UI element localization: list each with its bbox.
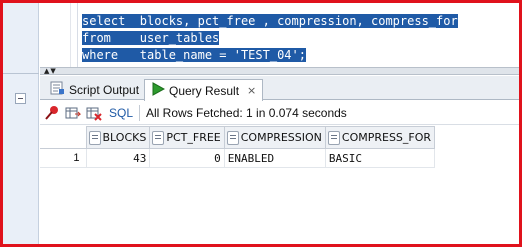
toolbar-separator [139, 104, 141, 121]
column-header-compress-for[interactable]: COMPRESS_FOR [324, 126, 436, 149]
tab-label: Query Result [169, 83, 240, 98]
code-keyword: from [82, 31, 111, 45]
collapse-panel-button[interactable] [15, 93, 26, 104]
cell-compress-for[interactable]: BASIC [324, 148, 436, 168]
column-header-compression[interactable]: COMPRESSION [223, 126, 326, 149]
column-icon [327, 130, 340, 145]
code-line: where table_name = 'TEST_04'; [82, 47, 458, 64]
cell-compression[interactable]: ENABLED [223, 148, 326, 168]
code-text: user_tables [110, 31, 220, 45]
results-tab-bar: Script Output × Query Result × [40, 76, 519, 101]
column-icon [88, 130, 101, 145]
column-header-pct-free[interactable]: PCT_FREE [149, 126, 225, 149]
splitter-arrows-icon[interactable]: ▲▼ [44, 67, 57, 75]
delete-grid-icon[interactable] [85, 104, 103, 122]
code-keyword: select [82, 14, 126, 28]
editor-gutter [40, 3, 78, 67]
pin-icon[interactable] [43, 104, 61, 122]
panel-divider [3, 73, 39, 74]
tab-label: Script Output [69, 82, 140, 97]
code-line: select blocks, pct_free , compression, c… [82, 13, 458, 30]
play-icon [151, 82, 166, 99]
cell-blocks[interactable]: 43 [85, 148, 151, 168]
column-header-blocks[interactable]: BLOCKS [85, 126, 151, 149]
cell-pct-free[interactable]: 0 [149, 148, 225, 168]
editor-code[interactable]: select blocks, pct_free , compression, c… [82, 13, 458, 64]
column-icon [226, 130, 239, 145]
export-grid-icon[interactable] [64, 104, 82, 122]
results-grid[interactable]: BLOCKS PCT_FREE COMPRESSION COMPRESS_FOR… [40, 126, 519, 244]
left-panel-strip [3, 3, 39, 244]
code-line: from user_tables [82, 30, 458, 47]
code-text: table_name = 'TEST_04'; [118, 48, 306, 62]
row-number: 1 [40, 148, 87, 168]
sql-editor[interactable]: select blocks, pct_free , compression, c… [40, 3, 519, 67]
grid-header-row: BLOCKS PCT_FREE COMPRESSION COMPRESS_FOR [40, 126, 436, 149]
column-icon [152, 130, 165, 145]
row-number-header [40, 126, 87, 149]
close-tab-icon[interactable]: × [247, 84, 256, 97]
code-keyword: where [82, 48, 119, 62]
results-toolbar: SQL All Rows Fetched: 1 in 0.074 seconds [40, 101, 519, 125]
fetch-status-text: All Rows Fetched: 1 in 0.074 seconds [146, 105, 347, 120]
script-output-icon [50, 81, 65, 98]
table-row[interactable]: 1 43 0 ENABLED BASIC [40, 148, 436, 168]
tab-query-result[interactable]: Query Result × [144, 79, 264, 101]
sql-button[interactable]: SQL [109, 106, 133, 120]
editor-results-splitter[interactable]: ▲▼ [40, 67, 519, 75]
code-text: blocks, pct_free , compression, compress… [125, 14, 458, 28]
